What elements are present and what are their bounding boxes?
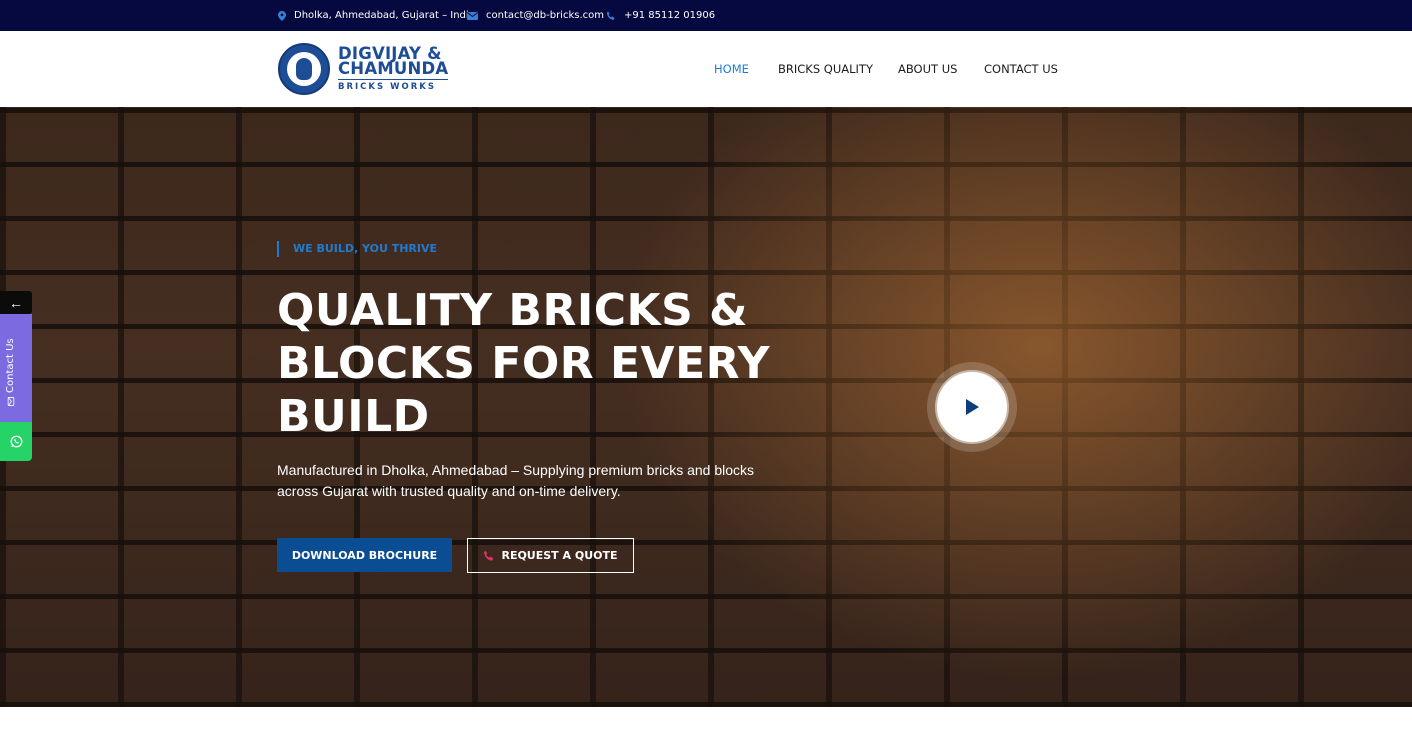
video-play-button[interactable] [935,370,1009,444]
phone-link[interactable]: +91 85112 01906 [624,10,715,21]
logo-text: DIGVIJAY & CHAMUNDA BRICKS WORKS [338,45,449,92]
hero-headline: QUALITY BRICKS & BLOCKS FOR EVERY BUILD [277,285,770,442]
hero-tagline: WE BUILD, YOU THRIVE [277,241,437,257]
hero-subtext: Manufactured in Dholka, Ahmedabad – Supp… [277,462,755,499]
location-text: Dholka, Ahmedabad, Gujarat – India [294,10,475,21]
download-brochure-button[interactable]: DOWNLOAD BROCHURE [277,538,452,572]
site-header: DIGVIJAY & CHAMUNDA BRICKS WORKS HOME BR… [0,31,1412,107]
whatsapp-button[interactable] [0,422,32,461]
whatsapp-icon [10,435,22,448]
phone-info[interactable]: +91 85112 01906 [606,0,715,31]
nav-home[interactable]: HOME [714,62,749,76]
location-info: Dholka, Ahmedabad, Gujarat – India [278,0,475,31]
request-quote-label: REQUEST A QUOTE [501,549,618,562]
hero-section: WE BUILD, YOU THRIVE QUALITY BRICKS & BL… [0,107,1412,707]
email-link[interactable]: contact@db-bricks.com [486,10,604,21]
top-info-bar: Dholka, Ahmedabad, Gujarat – India conta… [0,0,1412,31]
play-icon [966,399,979,415]
phone-icon [484,550,494,561]
phone-icon [606,11,615,20]
email-info[interactable]: contact@db-bricks.com [467,0,604,31]
contact-us-side-tab[interactable]: Contact Us [0,314,32,422]
nav-about-us[interactable]: ABOUT US [898,62,957,76]
request-quote-button[interactable]: REQUEST A QUOTE [467,538,634,573]
mail-icon [7,397,14,406]
side-toggle-arrow[interactable]: ← [0,291,32,314]
nav-bricks-quality[interactable]: BRICKS QUALITY [778,62,873,76]
mail-icon [467,11,478,20]
map-pin-icon [278,10,286,21]
logo-line-3: BRICKS WORKS [338,79,449,92]
contact-us-side-label: Contact Us [5,338,16,406]
brand-logo[interactable]: DIGVIJAY & CHAMUNDA BRICKS WORKS [278,40,449,98]
logo-line-2: CHAMUNDA [338,59,449,78]
nav-contact-us[interactable]: CONTACT US [984,62,1058,76]
logo-emblem-icon [278,43,330,95]
contact-us-side-text: Contact Us [5,338,16,393]
